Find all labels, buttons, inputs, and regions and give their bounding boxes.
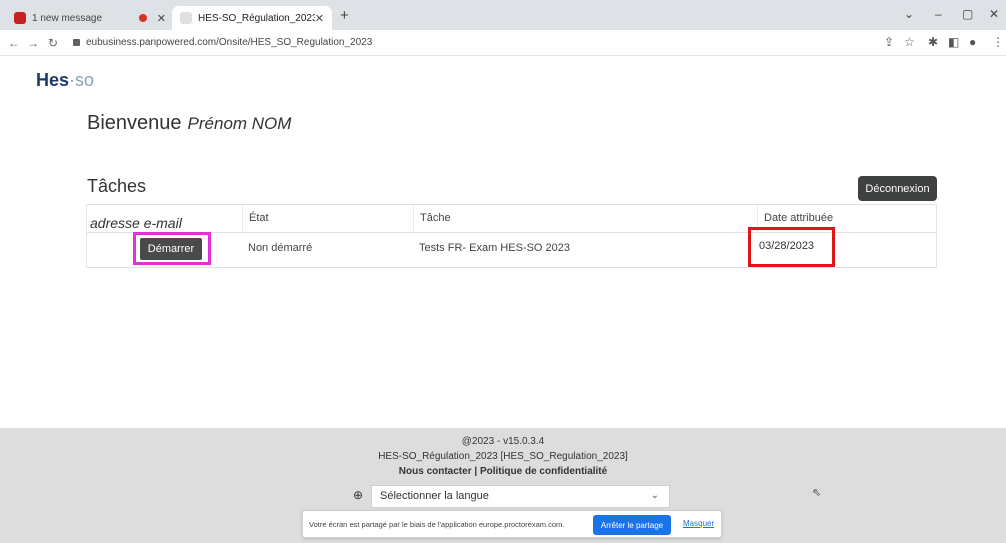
tab-portal[interactable]: HES-SO_Régulation_2023 Portail ✕ bbox=[172, 6, 332, 30]
share-icon[interactable]: ⇪ bbox=[884, 35, 894, 49]
footer-links: Nous contacter | Politique de confidenti… bbox=[0, 466, 1006, 477]
screen: 1 new message ✕ HES-SO_Régulation_2023 P… bbox=[0, 0, 1006, 543]
menu-icon[interactable]: ⋮ bbox=[992, 35, 1004, 49]
chevron-down-icon: ⌄ bbox=[650, 490, 659, 501]
extensions-icon[interactable]: ✱ bbox=[928, 35, 938, 49]
col-email-label: adresse e-mail bbox=[90, 215, 182, 231]
close-tab-icon[interactable]: ✕ bbox=[315, 12, 324, 25]
col-task: Tâche bbox=[413, 205, 757, 232]
recording-icon bbox=[138, 14, 147, 22]
welcome-heading: Bienvenue Prénom NOM bbox=[87, 112, 291, 135]
sidebar-icon[interactable]: ◧ bbox=[948, 35, 959, 49]
date-highlight: 03/28/2023 bbox=[748, 227, 835, 267]
close-tab-icon[interactable]: ✕ bbox=[157, 12, 166, 25]
logo-text-hes: Hes bbox=[36, 70, 70, 90]
lock-icon bbox=[73, 39, 80, 46]
tab-list-icon[interactable]: ⌄ bbox=[904, 7, 914, 21]
hes-so-logo[interactable]: Hes·so bbox=[36, 70, 94, 91]
url-field[interactable]: eubusiness.panpowered.com/Onsite/HES_SO_… bbox=[86, 37, 372, 48]
logo-text-so: so bbox=[75, 70, 95, 90]
start-highlight: Démarrer bbox=[133, 232, 211, 265]
tab-title: HES-SO_Régulation_2023 Portail bbox=[198, 12, 315, 24]
share-message: Votre écran est partagé par le biais de … bbox=[309, 520, 565, 529]
mail-favicon-icon bbox=[14, 12, 26, 24]
minimize-icon[interactable]: – bbox=[935, 7, 942, 21]
screen-share-bar: Votre écran est partagé par le biais de … bbox=[302, 510, 722, 538]
tab-new-message[interactable]: 1 new message ✕ bbox=[6, 6, 174, 30]
row-status: Non démarré bbox=[248, 242, 313, 254]
page-favicon-icon bbox=[180, 12, 192, 24]
row-date: 03/28/2023 bbox=[759, 240, 815, 252]
back-icon[interactable]: ← bbox=[8, 36, 20, 50]
new-tab-button[interactable]: + bbox=[340, 7, 349, 24]
tasks-table: adresse e-mail État Tâche Date attribuée… bbox=[86, 204, 937, 268]
start-button[interactable]: Démarrer bbox=[140, 238, 202, 260]
browser-tab-bar: 1 new message ✕ HES-SO_Régulation_2023 P… bbox=[0, 0, 1006, 30]
language-select-value: Sélectionner la langue bbox=[380, 490, 489, 502]
contact-link[interactable]: Nous contacter bbox=[399, 466, 472, 477]
globe-icon: ⊕ bbox=[353, 488, 364, 502]
hide-link[interactable]: Masquer bbox=[683, 519, 714, 528]
close-window-icon[interactable]: ✕ bbox=[989, 7, 999, 21]
reload-icon[interactable]: ↻ bbox=[48, 36, 58, 50]
col-status: État bbox=[242, 205, 413, 232]
forward-icon[interactable]: → bbox=[27, 36, 39, 50]
tasks-title: Tâches bbox=[87, 176, 147, 196]
user-name: Prénom NOM bbox=[187, 114, 292, 133]
privacy-link[interactable]: Politique de confidentialité bbox=[480, 466, 607, 477]
tab-title: 1 new message bbox=[32, 12, 103, 24]
address-bar: ← → ↻ eubusiness.panpowered.com/Onsite/H… bbox=[0, 30, 1006, 56]
logout-button[interactable]: Déconnexion bbox=[858, 176, 937, 201]
link-separator: | bbox=[474, 466, 478, 477]
col-email: adresse e-mail bbox=[87, 205, 242, 232]
restore-icon[interactable]: ▢ bbox=[962, 7, 973, 21]
stop-sharing-button[interactable]: Arrêter le partage bbox=[593, 515, 671, 535]
version-text: @2023 - v15.0.3.4 bbox=[461, 436, 545, 447]
site-text: HES-SO_Régulation_2023 [HES_SO_Regulatio… bbox=[378, 451, 628, 462]
row-task: Tests FR- Exam HES-SO 2023 bbox=[419, 242, 570, 254]
welcome-label: Bienvenue bbox=[87, 112, 182, 134]
mouse-cursor-icon: ⇖ bbox=[812, 487, 822, 499]
star-icon[interactable]: ☆ bbox=[904, 35, 915, 49]
language-select[interactable]: Sélectionner la langue ⌄ bbox=[371, 485, 670, 508]
profile-icon[interactable]: ● bbox=[969, 35, 976, 49]
